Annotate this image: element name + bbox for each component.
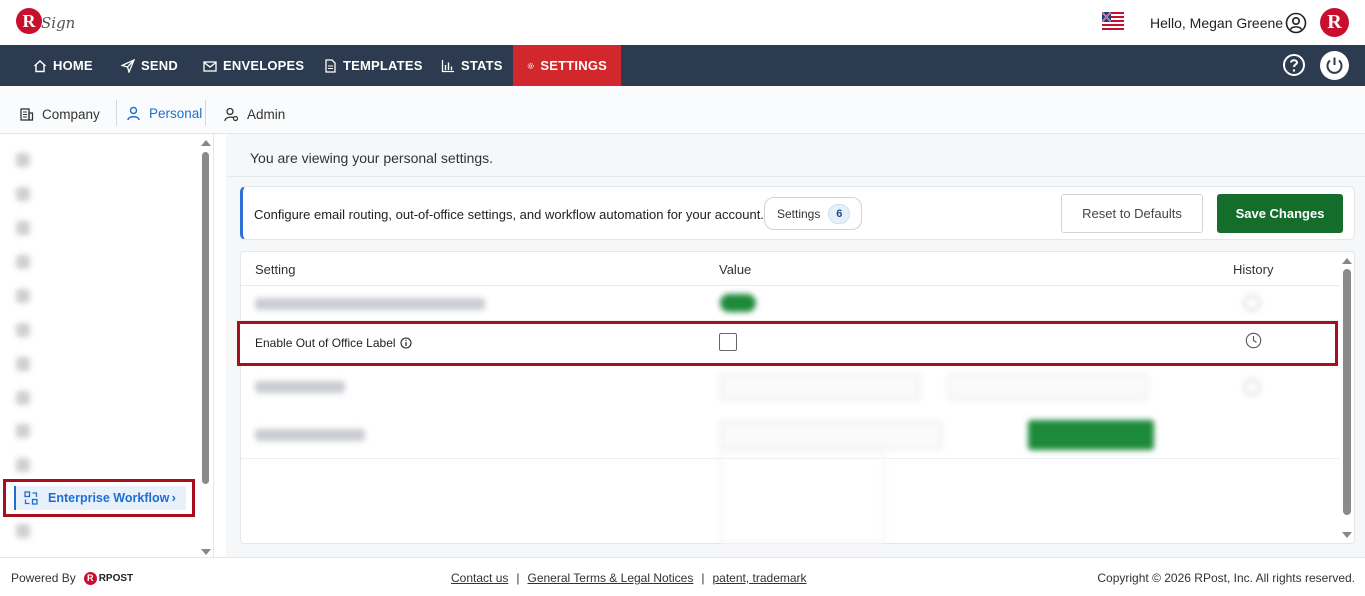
sidebar-item-icon — [16, 187, 30, 201]
info-icon[interactable] — [399, 337, 412, 349]
tab-company[interactable]: Company — [19, 90, 100, 138]
nav-home[interactable]: HOME — [33, 45, 93, 86]
scroll-down-arrow[interactable] — [201, 549, 211, 555]
blurred-date-input[interactable] — [948, 374, 1148, 400]
gear-icon — [527, 62, 534, 69]
document-icon — [325, 58, 336, 73]
person-icon — [127, 106, 140, 120]
info-text: Configure email routing, out-of-office s… — [254, 207, 764, 222]
rpost-logo: R RPOST — [83, 571, 133, 585]
table-scroll-up-arrow[interactable] — [1342, 258, 1352, 264]
footer-links: Contact us | General Terms & Legal Notic… — [451, 571, 807, 585]
sidebar-item[interactable] — [16, 184, 186, 204]
reset-to-defaults-button[interactable]: Reset to Defaults — [1061, 194, 1203, 233]
nav-settings[interactable]: SETTINGS — [513, 45, 621, 86]
tab-personal[interactable]: Personal — [126, 89, 202, 137]
blurred-date-input[interactable] — [720, 374, 920, 400]
sidebar-item-icon — [16, 391, 30, 405]
rsign-logo[interactable]: R Sign — [16, 6, 80, 40]
divider — [226, 176, 1365, 177]
sidebar-item[interactable] — [16, 286, 186, 306]
tab-admin[interactable]: Admin — [224, 90, 285, 138]
settings-count-pill: Settings 6 — [764, 197, 862, 230]
out-of-office-checkbox[interactable] — [719, 333, 737, 351]
blurred-setting-label — [255, 381, 345, 393]
help-icon[interactable] — [1282, 53, 1306, 77]
nav-stats[interactable]: STATS — [441, 45, 503, 86]
bar-chart-icon — [441, 59, 454, 72]
power-button[interactable] — [1320, 51, 1349, 80]
sidebar-item[interactable] — [16, 320, 186, 340]
column-header-setting: Setting — [255, 262, 296, 277]
sidebar-item-icon — [16, 255, 30, 269]
sidebar-item[interactable] — [16, 354, 186, 374]
sidebar-item[interactable] — [16, 218, 186, 238]
column-header-history: History — [1233, 262, 1274, 277]
blurred-add-button[interactable] — [1028, 420, 1154, 450]
home-icon — [34, 59, 46, 72]
sidebar-item[interactable] — [16, 521, 186, 541]
blurred-select[interactable] — [720, 421, 942, 449]
chevron-right-icon: › — [171, 490, 176, 505]
send-icon — [121, 58, 135, 73]
sidebar-scroll-thumb[interactable] — [202, 152, 209, 484]
user-greeting: Hello, Megan Greene — [1150, 15, 1284, 31]
blurred-toggle[interactable] — [720, 294, 756, 312]
nav-send[interactable]: SEND — [121, 45, 178, 86]
copyright: Copyright © 2026 RPost, Inc. All rights … — [1097, 571, 1355, 585]
patent-trademark-link[interactable]: patent, trademark — [712, 571, 806, 585]
tab-divider — [116, 100, 117, 126]
terms-link[interactable]: General Terms & Legal Notices — [528, 571, 694, 585]
viewing-notice: You are viewing your personal settings. — [250, 150, 494, 166]
sidebar-item-icon — [16, 458, 30, 472]
sidebar-item-icon — [16, 221, 30, 235]
nav-templates[interactable]: TEMPLATES — [323, 45, 423, 86]
admin-user-icon — [224, 107, 239, 121]
column-header-value: Value — [719, 262, 752, 277]
header-divider — [241, 285, 1339, 286]
sidebar-item-icon — [16, 524, 30, 538]
sidebar-item-icon — [16, 289, 30, 303]
blurred-setting-label — [255, 298, 485, 310]
table-scroll-down-arrow[interactable] — [1342, 532, 1352, 538]
save-changes-button[interactable]: Save Changes — [1217, 194, 1343, 233]
rpost-logo-mark: R — [83, 571, 97, 585]
rpost-brand-badge[interactable]: R — [1320, 8, 1349, 37]
nav-envelopes[interactable]: ENVELOPES — [203, 45, 304, 86]
blurred-history-icon[interactable] — [1244, 379, 1260, 395]
sidebar-item-icon — [16, 357, 30, 371]
blurred-history-icon[interactable] — [1244, 295, 1260, 311]
blurred-dropdown-panel — [720, 452, 884, 544]
uk-flag-icon[interactable] — [1102, 12, 1124, 32]
sidebar-item-enterprise-workflow-inner: Enterprise Workflow › — [14, 486, 186, 510]
sidebar-item-icon — [16, 153, 30, 167]
sidebar-item[interactable] — [16, 150, 186, 170]
sidebar-item[interactable] — [16, 455, 186, 475]
sidebar-item-icon — [16, 323, 30, 337]
sidebar-item[interactable] — [16, 252, 186, 272]
sidebar-item-icon — [16, 424, 30, 438]
contact-us-link[interactable]: Contact us — [451, 571, 508, 585]
user-profile-icon[interactable] — [1285, 12, 1307, 34]
settings-count-badge: 6 — [828, 203, 851, 224]
envelope-icon — [203, 60, 217, 72]
workflow-icon — [24, 491, 38, 505]
row-divider — [241, 458, 1339, 459]
history-clock-icon[interactable] — [1245, 332, 1262, 349]
sidebar-item[interactable] — [16, 388, 186, 408]
powered-by: Powered By R RPOST — [11, 571, 134, 585]
building-icon — [20, 107, 34, 121]
scroll-up-arrow[interactable] — [201, 140, 211, 146]
power-icon — [1326, 57, 1343, 74]
sidebar-item[interactable] — [16, 421, 186, 441]
tab-divider — [205, 100, 206, 126]
table-scroll-thumb[interactable] — [1343, 269, 1351, 515]
blurred-setting-label — [255, 429, 365, 441]
sidebar-item-enterprise-workflow[interactable]: Enterprise Workflow › — [3, 479, 195, 517]
out-of-office-label: Enable Out of Office Label — [255, 336, 412, 350]
